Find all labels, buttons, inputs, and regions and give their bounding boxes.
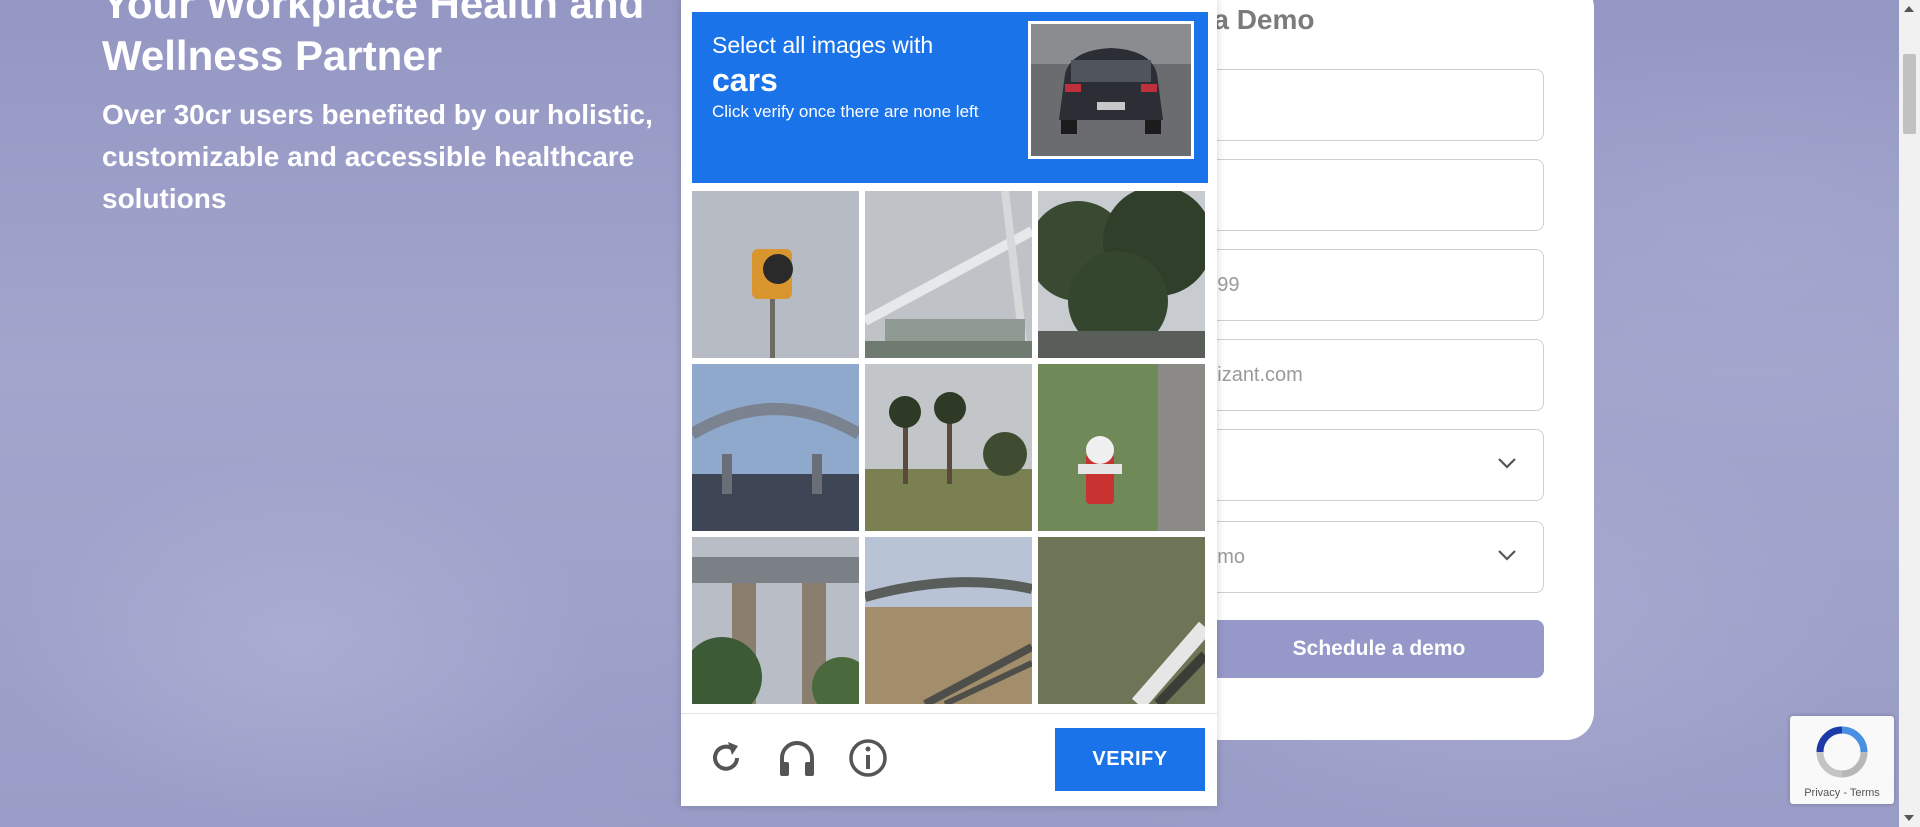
captcha-tile[interactable]: [865, 537, 1032, 704]
captcha-tile[interactable]: [692, 537, 859, 704]
captcha-hint: Click verify once there are none left: [712, 102, 979, 121]
hero-subtitle: Over 30cr users benefited by our holisti…: [102, 99, 653, 214]
recaptcha-logo-icon: [1816, 726, 1868, 778]
captcha-sample-image: [1028, 21, 1194, 159]
captcha-keyword: cars: [712, 62, 778, 98]
captcha-challenge: Select all images with cars Click verify…: [681, 0, 1217, 806]
captcha-tile[interactable]: [865, 191, 1032, 358]
captcha-instruction: Select all images with: [712, 32, 934, 58]
captcha-header: Select all images with cars Click verify…: [692, 12, 1208, 183]
verify-button[interactable]: VERIFY: [1055, 728, 1205, 791]
terms-link[interactable]: Terms: [1850, 787, 1880, 799]
recaptcha-badge[interactable]: Privacy - Terms: [1790, 716, 1894, 804]
captcha-tile[interactable]: [692, 191, 859, 358]
recaptcha-links: Privacy - Terms: [1790, 787, 1894, 799]
captcha-tile[interactable]: [1038, 191, 1205, 358]
scrollbar-thumb[interactable]: [1903, 54, 1916, 134]
scroll-down-arrow-icon[interactable]: [1904, 815, 1914, 821]
chevron-down-icon: [1498, 458, 1516, 469]
page-scrollbar[interactable]: [1899, 0, 1920, 827]
captcha-tile[interactable]: [1038, 537, 1205, 704]
privacy-link[interactable]: Privacy: [1804, 787, 1840, 799]
info-icon[interactable]: [846, 736, 890, 780]
captcha-footer: VERIFY: [681, 713, 1217, 806]
captcha-image-grid: [692, 191, 1209, 704]
reload-icon[interactable]: [704, 736, 748, 780]
headphones-icon[interactable]: [775, 736, 819, 780]
captcha-tile[interactable]: [1038, 364, 1205, 531]
link-separator: -: [1840, 787, 1850, 799]
captcha-tile[interactable]: [692, 364, 859, 531]
chevron-down-icon: [1498, 550, 1516, 561]
scroll-up-arrow-icon[interactable]: [1904, 6, 1914, 12]
hero-title: Your Workplace Health and Wellness Partn…: [102, 0, 645, 79]
captcha-tile[interactable]: [865, 364, 1032, 531]
